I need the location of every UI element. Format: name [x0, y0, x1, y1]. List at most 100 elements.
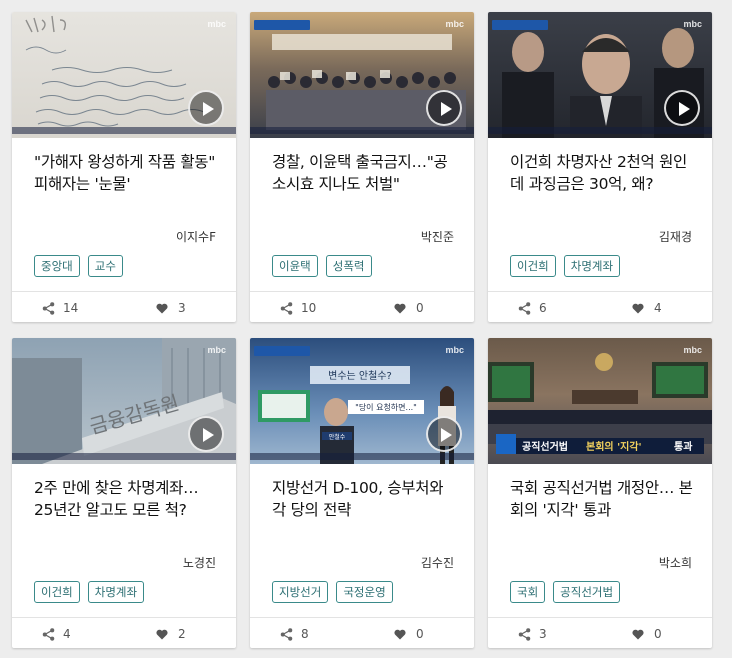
- author-name: 김수진: [420, 556, 454, 570]
- news-card[interactable]: mbc 경찰, 이윤택 출국금지…"공소시효 지나도 처벌" 박진준 이윤택 성…: [250, 12, 474, 322]
- news-logo-bar: [254, 346, 310, 356]
- assembly-hall-graphic: 공직선거법 본회의 '지각' 통과: [488, 353, 712, 454]
- like-button[interactable]: 4: [632, 301, 662, 315]
- like-button[interactable]: 2: [156, 627, 186, 641]
- share-count: 3: [539, 627, 547, 641]
- studio-headline: 변수는 안철수?: [328, 370, 392, 382]
- tag[interactable]: 성폭력: [325, 255, 372, 277]
- share-icon: [42, 301, 55, 315]
- video-thumbnail[interactable]: mbc: [250, 12, 474, 138]
- author-name: 박진준: [420, 230, 454, 244]
- news-card[interactable]: mbc 이건희 차명자산 2천억 원인데 과징금은 30억, 왜? 김재경 이건…: [488, 12, 712, 322]
- video-thumbnail[interactable]: mbc: [12, 12, 236, 138]
- tag-list: 중앙대 교수: [34, 255, 123, 277]
- heart-icon: [632, 629, 644, 640]
- video-thumbnail[interactable]: 공직선거법 본회의 '지각' 통과 mbc: [488, 338, 712, 464]
- card-footer: 10 0: [250, 292, 474, 322]
- heart-icon: [632, 303, 644, 314]
- assembly-caption-highlight: 본회의 '지각': [586, 440, 642, 453]
- news-card[interactable]: 금융감독원 mbc 2주 만에 찾은 차명계좌… 25년간 알고도 모른 척? …: [12, 338, 236, 648]
- play-icon[interactable]: [188, 416, 224, 452]
- share-count: 4: [63, 627, 71, 641]
- heart-icon: [156, 629, 168, 640]
- mbc-watermark: mbc: [207, 19, 226, 29]
- studio-name: 안철수: [329, 433, 346, 441]
- heart-icon: [156, 303, 168, 314]
- play-icon[interactable]: [664, 90, 700, 126]
- card-footer: 6 4: [488, 292, 712, 322]
- tag[interactable]: 이건희: [510, 255, 556, 277]
- article-title[interactable]: 이건희 차명자산 2천억 원인데 과징금은 30억, 왜?: [510, 151, 698, 195]
- share-button[interactable]: 8: [280, 627, 309, 641]
- share-icon: [280, 627, 293, 641]
- tag-list: 지방선거 국정운영: [272, 581, 393, 603]
- tag[interactable]: 국회: [510, 581, 546, 603]
- tag[interactable]: 중앙대: [34, 255, 80, 277]
- caption-bar: [12, 127, 236, 134]
- heart-icon: [394, 629, 406, 640]
- news-card[interactable]: 변수는 안철수? 안철수 "당이 요청하면..." mbc 지방선거 D-100…: [250, 338, 474, 648]
- tag[interactable]: 차명계좌: [563, 255, 621, 277]
- article-title[interactable]: 경찰, 이윤택 출국금지…"공소시효 지나도 처벌": [272, 151, 460, 195]
- play-icon[interactable]: [426, 416, 462, 452]
- caption-bar: [250, 127, 474, 134]
- tag[interactable]: 국정운영: [336, 581, 393, 603]
- tag[interactable]: 공직선거법: [553, 581, 621, 603]
- like-count: 0: [416, 627, 424, 641]
- play-icon[interactable]: [188, 90, 224, 126]
- tag[interactable]: 이건희: [34, 581, 80, 603]
- article-title[interactable]: 2주 만에 찾은 차명계좌… 25년간 알고도 모른 척?: [34, 477, 222, 521]
- share-button[interactable]: 4: [42, 627, 71, 641]
- author-name: 박소희: [658, 556, 692, 570]
- share-button[interactable]: 3: [518, 627, 547, 641]
- share-count: 14: [63, 301, 79, 315]
- like-count: 0: [416, 301, 424, 315]
- like-count: 0: [654, 627, 662, 641]
- mbc-watermark: mbc: [683, 345, 702, 355]
- news-card[interactable]: mbc "가해자 왕성하게 작품 활동" 피해자는 '눈물' 이지수F 중앙대 …: [12, 12, 236, 322]
- share-button[interactable]: 14: [42, 301, 78, 315]
- tag[interactable]: 이윤택: [272, 255, 318, 277]
- card-footer: 3 0: [488, 618, 712, 648]
- like-button[interactable]: 0: [632, 627, 662, 641]
- assembly-caption-suffix: 통과: [674, 440, 693, 453]
- share-count: 6: [539, 301, 547, 315]
- tag-list: 이윤택 성폭력: [272, 255, 372, 277]
- tag-list: 이건희 차명계좌: [510, 255, 621, 277]
- caption-bar: [488, 127, 712, 134]
- tag[interactable]: 교수: [87, 255, 123, 277]
- card-footer: 4 2: [12, 618, 236, 648]
- like-count: 4: [654, 301, 662, 315]
- like-count: 2: [178, 627, 186, 641]
- mbc-watermark: mbc: [445, 345, 464, 355]
- mbc-watermark: mbc: [207, 345, 226, 355]
- like-button[interactable]: 3: [156, 301, 186, 315]
- play-icon[interactable]: [426, 90, 462, 126]
- news-card[interactable]: 공직선거법 본회의 '지각' 통과 mbc 국회 공직선거법 개정안… 본회의 …: [488, 338, 712, 648]
- like-button[interactable]: 0: [394, 301, 424, 315]
- tag[interactable]: 지방선거: [272, 581, 329, 603]
- share-count: 10: [301, 301, 317, 315]
- share-button[interactable]: 6: [518, 301, 547, 315]
- article-title[interactable]: "가해자 왕성하게 작품 활동" 피해자는 '눈물': [34, 151, 222, 195]
- mbc-watermark: mbc: [683, 19, 702, 29]
- tag[interactable]: 차명계좌: [87, 581, 145, 603]
- tag-list: 국회 공직선거법: [510, 581, 621, 603]
- news-logo-bar: [492, 20, 548, 30]
- video-thumbnail[interactable]: 금융감독원 mbc: [12, 338, 236, 464]
- article-title[interactable]: 국회 공직선거법 개정안… 본회의 '지각' 통과: [510, 477, 698, 521]
- like-count: 3: [178, 301, 186, 315]
- news-logo-bar: [254, 20, 310, 30]
- article-title[interactable]: 지방선거 D-100, 승부처와 각 당의 전략: [272, 477, 460, 521]
- video-thumbnail[interactable]: mbc: [488, 12, 712, 138]
- share-button[interactable]: 10: [280, 301, 316, 315]
- share-icon: [518, 627, 531, 641]
- card-footer: 8 0: [250, 618, 474, 648]
- caption-bar: [250, 453, 474, 460]
- author-name: 김재경: [658, 230, 692, 244]
- tag-list: 이건희 차명계좌: [34, 581, 145, 603]
- share-icon: [280, 301, 293, 315]
- video-thumbnail[interactable]: 변수는 안철수? 안철수 "당이 요청하면..." mbc: [250, 338, 474, 464]
- author-name: 이지수F: [175, 230, 216, 244]
- like-button[interactable]: 0: [394, 627, 424, 641]
